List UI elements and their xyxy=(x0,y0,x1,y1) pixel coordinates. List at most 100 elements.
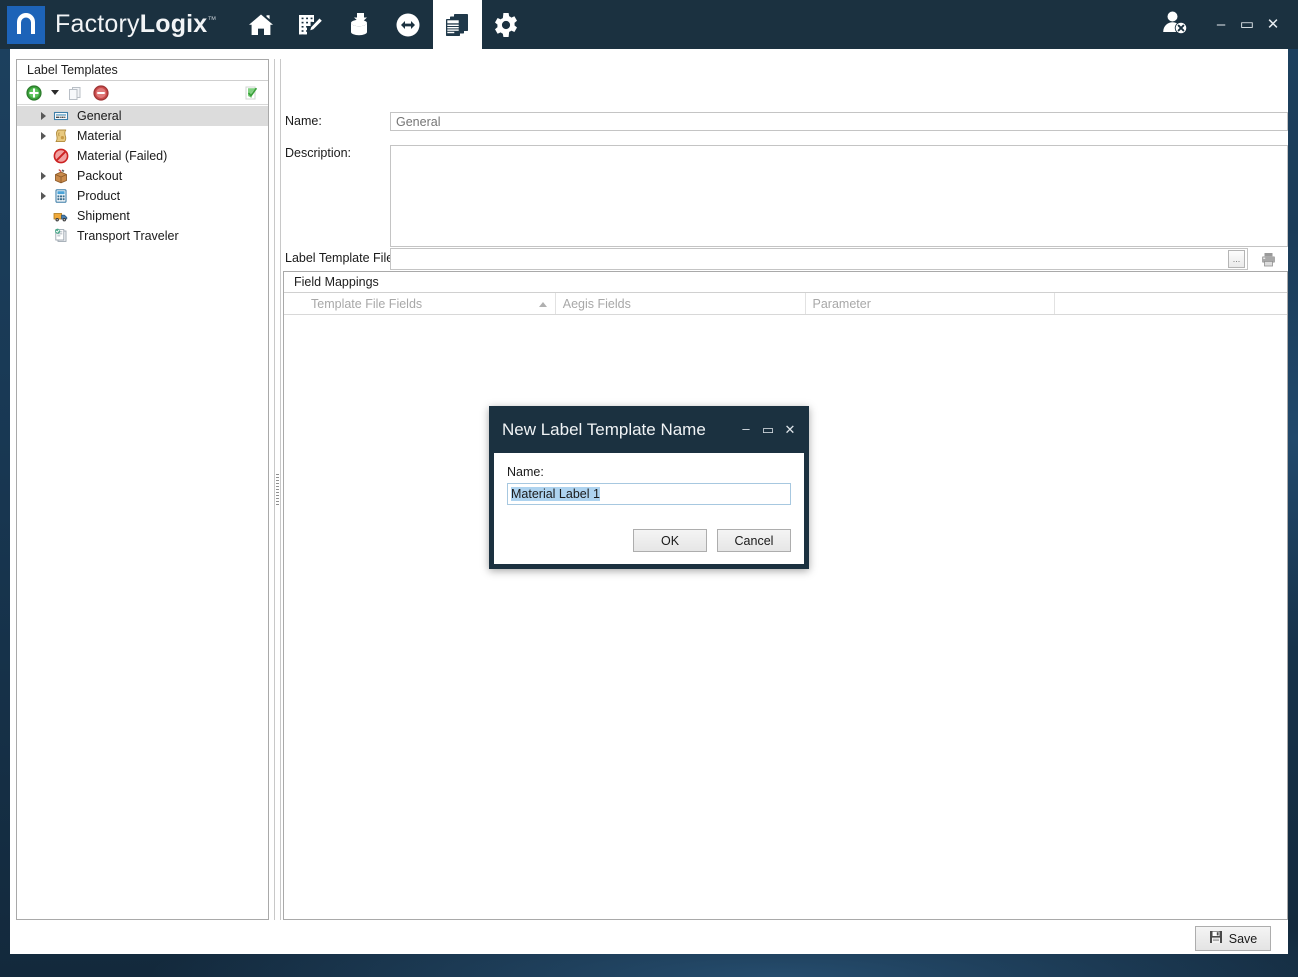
label-template-file-field: ... xyxy=(390,248,1248,270)
column-header-label: Template File Fields xyxy=(311,297,422,311)
tree-indent-spacer xyxy=(35,226,51,246)
application-window: FactoryLogix™ xyxy=(0,0,1298,977)
expand-arrow-icon[interactable] xyxy=(35,166,51,186)
brand-title: FactoryLogix™ xyxy=(55,10,217,39)
label-general-icon xyxy=(51,106,71,126)
field-mappings-header-row: Template File Fields Aegis Fields Parame… xyxy=(284,293,1287,315)
process-designer-icon xyxy=(295,10,325,40)
tree-item-product[interactable]: Product xyxy=(17,186,268,206)
panel-splitter[interactable] xyxy=(272,59,283,920)
add-dropdown-caret[interactable] xyxy=(49,83,60,103)
column-header-blank[interactable] xyxy=(1055,293,1287,314)
tree-indent-spacer xyxy=(35,146,51,166)
name-input[interactable] xyxy=(390,112,1288,131)
tree-indent-spacer xyxy=(35,206,51,226)
navigate-icon xyxy=(393,10,423,40)
dialog-minimize-button[interactable]: – xyxy=(735,418,757,442)
column-header-aegis-fields[interactable]: Aegis Fields xyxy=(556,293,806,314)
user-signout-icon[interactable] xyxy=(1160,8,1190,41)
description-textarea[interactable] xyxy=(390,145,1288,247)
label-templates-tree[interactable]: General Material Material (Failed) Packout P… xyxy=(17,105,268,919)
nav-process-designer-button[interactable] xyxy=(286,0,335,49)
column-header-parameter[interactable]: Parameter xyxy=(806,293,1056,314)
window-maximize-button[interactable]: ▭ xyxy=(1234,11,1260,39)
dialog-body: Name: OK Cancel xyxy=(494,453,804,564)
name-label: Name: xyxy=(285,114,322,128)
settings-gear-icon xyxy=(491,10,521,40)
home-icon xyxy=(246,10,276,40)
dialog-maximize-button[interactable]: ▭ xyxy=(757,418,779,442)
expand-arrow-icon[interactable] xyxy=(35,126,51,146)
browse-button[interactable]: ... xyxy=(1228,250,1245,268)
copy-button[interactable] xyxy=(64,83,86,103)
packout-icon xyxy=(51,166,71,186)
field-mappings-group: Field Mappings Template File Fields Aegi… xyxy=(283,271,1288,920)
tree-toolbar xyxy=(17,81,268,105)
title-bar: FactoryLogix™ xyxy=(0,0,1298,49)
sort-ascending-icon xyxy=(539,302,547,307)
tree-item-material[interactable]: Material xyxy=(17,126,268,146)
expand-arrow-icon[interactable] xyxy=(35,106,51,126)
documents-icon xyxy=(442,10,472,40)
tree-item-label: Shipment xyxy=(77,209,130,223)
nav-settings-button[interactable] xyxy=(482,0,531,49)
tree-item-label: Product xyxy=(77,189,120,203)
label-templates-panel: Label Templates xyxy=(16,59,269,920)
tree-item-label: Material xyxy=(77,129,121,143)
dialog-name-input[interactable] xyxy=(507,483,791,505)
tree-item-material-failed[interactable]: Material (Failed) xyxy=(17,146,268,166)
save-disk-icon xyxy=(1209,930,1223,947)
dialog-ok-button[interactable]: OK xyxy=(633,529,707,552)
tree-item-general[interactable]: General xyxy=(17,106,268,126)
window-close-button[interactable]: ✕ xyxy=(1260,11,1286,39)
window-controls-area: – ▭ ✕ xyxy=(1160,0,1298,49)
tree-item-packout[interactable]: Packout xyxy=(17,166,268,186)
dialog-title-bar: New Label Template Name – ▭ ✕ xyxy=(489,406,809,453)
column-header-label: Parameter xyxy=(813,297,871,311)
nav-label-templates-button[interactable] xyxy=(433,0,482,49)
filter-button[interactable] xyxy=(240,83,262,103)
printer-icon[interactable] xyxy=(1258,249,1278,269)
save-button-label: Save xyxy=(1229,932,1258,946)
dialog-close-button[interactable]: ✕ xyxy=(779,418,801,442)
nav-navigate-button[interactable] xyxy=(384,0,433,49)
add-button[interactable] xyxy=(23,83,45,103)
dialog-name-label: Name: xyxy=(507,465,791,479)
main-navigation xyxy=(237,0,531,49)
expand-arrow-icon[interactable] xyxy=(35,186,51,206)
splitter-grip[interactable] xyxy=(276,474,279,506)
brand-trademark: ™ xyxy=(207,15,216,25)
product-icon xyxy=(51,186,71,206)
label-template-file-input[interactable] xyxy=(391,249,1228,269)
tree-item-label: Transport Traveler xyxy=(77,229,179,243)
material-failed-icon xyxy=(51,146,71,166)
field-mappings-title: Field Mappings xyxy=(284,272,1287,293)
nav-home-button[interactable] xyxy=(237,0,286,49)
dialog-window-controls: – ▭ ✕ xyxy=(735,418,809,442)
tree-item-label: Material (Failed) xyxy=(77,149,167,163)
dialog-title: New Label Template Name xyxy=(502,420,706,440)
dialog-buttons: OK Cancel xyxy=(633,529,791,552)
nav-data-import-button[interactable] xyxy=(335,0,384,49)
panel-title: Label Templates xyxy=(17,60,268,81)
factorylogix-logo-icon xyxy=(7,6,45,44)
delete-button[interactable] xyxy=(90,83,112,103)
save-button[interactable]: Save xyxy=(1195,926,1271,951)
description-label: Description: xyxy=(285,146,351,160)
bottom-bar: Save xyxy=(10,922,1288,954)
window-minimize-button[interactable]: – xyxy=(1208,11,1234,39)
column-header-template-file-fields[interactable]: Template File Fields xyxy=(304,293,556,314)
label-template-file-label: Label Template File: xyxy=(285,251,397,265)
new-label-template-name-dialog: New Label Template Name – ▭ ✕ Name: OK C… xyxy=(489,406,809,569)
tree-item-label: Packout xyxy=(77,169,122,183)
tree-item-label: General xyxy=(77,109,121,123)
data-import-icon xyxy=(344,10,374,40)
tree-item-transport-traveler[interactable]: Transport Traveler xyxy=(17,226,268,246)
tree-item-shipment[interactable]: Shipment xyxy=(17,206,268,226)
brand-prefix: Factory xyxy=(55,10,140,38)
brand-suffix: Logix xyxy=(140,10,208,38)
dialog-cancel-button[interactable]: Cancel xyxy=(717,529,791,552)
shipment-truck-icon xyxy=(51,206,71,226)
column-header-label: Aegis Fields xyxy=(563,297,631,311)
transport-traveler-icon xyxy=(51,226,71,246)
